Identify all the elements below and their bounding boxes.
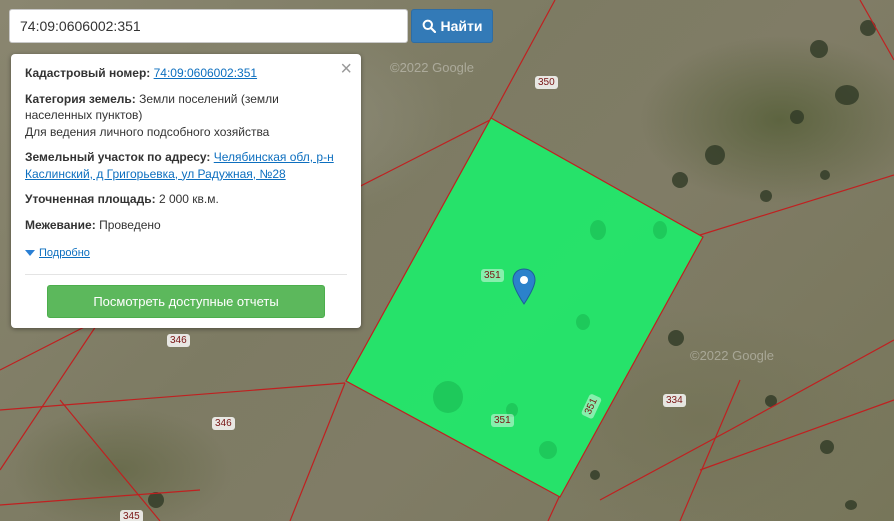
parcel-number-label: 350 xyxy=(535,76,558,89)
cadastral-label: Кадастровый номер: xyxy=(25,66,151,80)
parcel-info-popup: × Кадастровый номер: 74:09:0606002:351 К… xyxy=(11,54,361,328)
search-input[interactable] xyxy=(9,9,408,43)
search-button-label: Найти xyxy=(440,18,483,34)
boundary-line xyxy=(59,399,161,521)
view-reports-button[interactable]: Посмотреть доступные отчеты xyxy=(47,284,325,318)
map-watermark: ©2022 Google xyxy=(690,348,775,363)
boundary-line xyxy=(699,399,894,471)
boundary-line xyxy=(289,382,346,521)
divider xyxy=(25,273,347,275)
boundary-line xyxy=(547,494,561,521)
search-icon xyxy=(422,19,436,33)
selected-parcel xyxy=(345,117,704,498)
parcel-number-label: 346 xyxy=(167,334,190,347)
parcel-number-label: 351 xyxy=(481,269,504,282)
boundary-line xyxy=(859,0,894,61)
area-row: Уточненная площадь: 2 000 кв.м. xyxy=(25,191,347,208)
boundary-line xyxy=(0,382,346,411)
parcel-number-label: 351 xyxy=(491,414,514,427)
area-label: Уточненная площадь: xyxy=(25,192,156,206)
caret-down-icon xyxy=(25,250,35,257)
survey-value: Проведено xyxy=(99,217,161,232)
address-row: Земельный участок по адресу: Челябинская… xyxy=(25,149,347,182)
boundary-line xyxy=(699,174,894,236)
more-details-label: Подробно xyxy=(39,247,90,259)
boundary-line xyxy=(489,0,556,121)
map-watermark: ©2022 Google xyxy=(390,60,475,75)
parcel-number-label: 346 xyxy=(212,417,235,430)
boundary-line xyxy=(0,319,101,471)
boundary-line xyxy=(599,429,731,501)
survey-label: Межевание: xyxy=(25,217,96,232)
category-row: Категория земель: Земли поселений (земли… xyxy=(25,91,347,141)
survey-row: Межевание: Проведено xyxy=(25,217,347,234)
more-details-toggle[interactable]: Подробно xyxy=(25,245,347,262)
search-button[interactable]: Найти xyxy=(411,9,493,43)
category-use: Для ведения личного подсобного хозяйства xyxy=(25,124,270,139)
close-icon[interactable]: × xyxy=(340,59,352,79)
category-label: Категория земель: xyxy=(25,91,136,106)
cadastral-row: Кадастровый номер: 74:09:0606002:351 xyxy=(25,65,347,82)
area-value: 2 000 кв.м. xyxy=(158,192,219,206)
map-marker-icon[interactable] xyxy=(511,268,537,306)
address-label: Земельный участок по адресу: xyxy=(25,150,211,164)
parcel-number-label: 334 xyxy=(663,394,686,407)
boundary-line xyxy=(0,489,201,506)
cadastral-number-link[interactable]: 74:09:0606002:351 xyxy=(154,66,257,80)
parcel-number-label: 345 xyxy=(120,510,143,521)
boundary-line xyxy=(679,379,741,521)
